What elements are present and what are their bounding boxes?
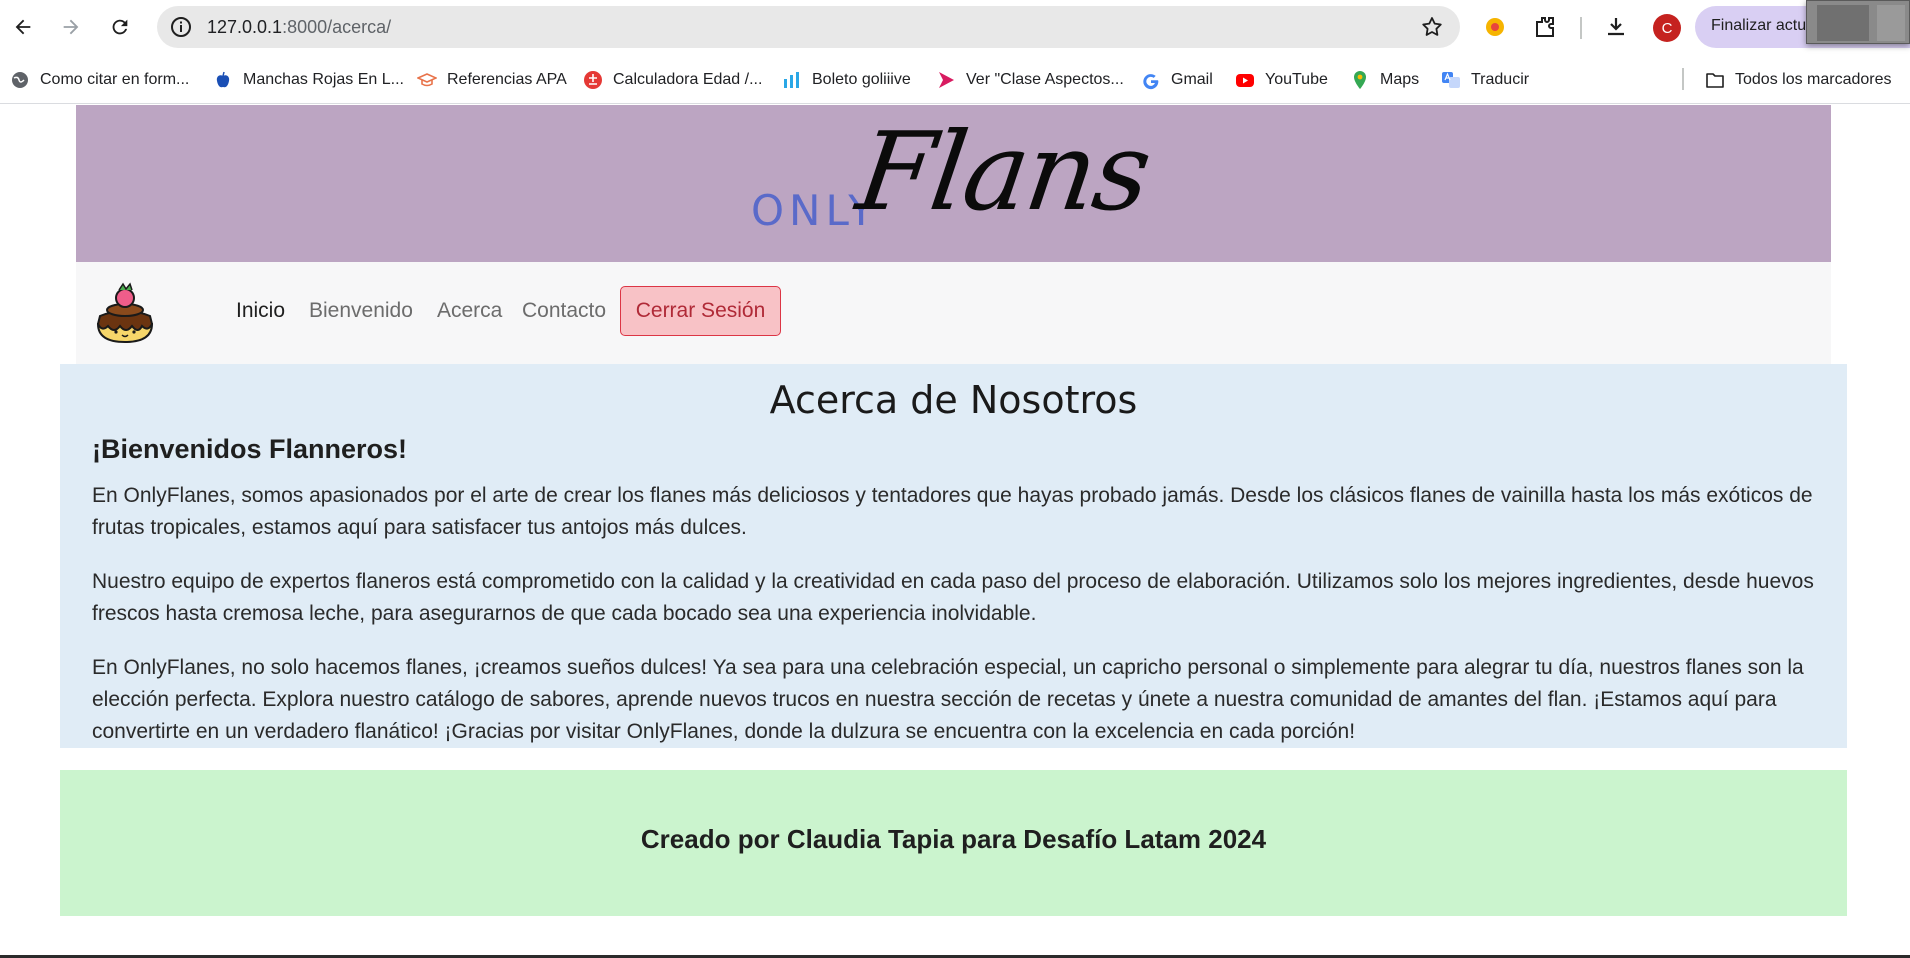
calculator-icon (584, 71, 602, 89)
footer-credit: Creado por Claudia Tapia para Desafío La… (640, 824, 1267, 854)
bookmarks-bar: Como citar en form... Manchas Rojas En L… (0, 54, 1910, 104)
bookmark-item[interactable]: Calculadora Edad /... (583, 68, 762, 92)
bookmark-item[interactable]: Manchas Rojas En L... (213, 68, 404, 92)
logout-button[interactable]: Cerrar Sesión (620, 286, 781, 336)
apple-icon (216, 71, 230, 88)
extensions-puzzle-icon[interactable] (1531, 13, 1559, 41)
site-navbar: Inicio Bienvenido Acerca Contacto Cerrar… (76, 262, 1831, 364)
extension-flower-icon[interactable] (1481, 13, 1509, 41)
youtube-icon (1236, 74, 1254, 87)
nav-link-acerca[interactable]: Acerca (437, 299, 502, 323)
bookmark-item[interactable]: Gmail (1141, 68, 1213, 92)
globe-icon (12, 72, 28, 88)
about-section: Acerca de Nosotros ¡Bienvenidos Flannero… (60, 364, 1847, 748)
url-text[interactable]: 127.0.0.1:8000/acerca/ (207, 17, 391, 38)
browser-toolbar: 127.0.0.1:8000/acerca/ C Finalizar actu (0, 0, 1910, 54)
bookmark-item[interactable]: Referencias APA (417, 68, 567, 92)
bookmark-item[interactable]: Maps (1350, 68, 1419, 92)
toolbar-divider (1580, 17, 1582, 39)
bookmark-label: Referencias APA (447, 71, 567, 88)
back-arrow-icon (15, 19, 31, 35)
site-info-icon[interactable] (169, 15, 193, 39)
about-paragraph: En OnlyFlanes, somos apasionados por el … (92, 484, 1813, 539)
bookmark-star-icon[interactable] (1420, 15, 1444, 39)
play-icon (939, 72, 954, 88)
bookmark-label: Maps (1380, 71, 1420, 88)
bookmark-item[interactable]: Boleto goliiive (782, 68, 911, 92)
about-subtitle: ¡Bienvenidos Flanneros! (92, 434, 408, 464)
window-thumbnail-overlay (1806, 0, 1910, 44)
url-host: 127.0.0.1 (207, 17, 283, 37)
forward-button[interactable] (55, 11, 87, 43)
bookmark-label: YouTube (1265, 71, 1328, 88)
bookmark-label: Como citar en form... (40, 71, 190, 88)
maps-pin-icon (1354, 71, 1366, 89)
bookmark-item[interactable]: Ver "Clase Aspectos... (936, 68, 1124, 92)
logo-flans-text: Flans (850, 110, 1157, 235)
bookmark-label: Gmail (1171, 71, 1213, 88)
site-footer: Creado por Claudia Tapia para Desafío La… (60, 770, 1847, 916)
about-title: Acerca de Nosotros (769, 378, 1138, 422)
all-bookmarks-label: Todos los marcadores (1735, 71, 1892, 88)
bookmark-item[interactable]: Traducir (1441, 68, 1529, 92)
nav-link-contacto[interactable]: Contacto (522, 299, 606, 323)
back-button[interactable] (7, 11, 39, 43)
nav-link-bienvenido[interactable]: Bienvenido (309, 299, 413, 323)
bookmark-label: Manchas Rojas En L... (243, 71, 404, 88)
overlay-tile-right (1877, 5, 1905, 41)
bookmark-label: Ver "Clase Aspectos... (966, 71, 1124, 88)
overlay-tile-left (1817, 5, 1869, 41)
reload-icon (112, 19, 128, 35)
bars-icon (784, 72, 799, 88)
translate-icon (1442, 72, 1460, 88)
bookmark-item[interactable]: YouTube (1235, 68, 1328, 92)
nav-link-inicio[interactable]: Inicio (236, 299, 285, 323)
about-paragraph: Nuestro equipo de expertos flaneros está… (92, 570, 1814, 625)
bookmarks-divider (1682, 68, 1684, 90)
about-paragraph: En OnlyFlanes, no solo hacemos flanes, ¡… (92, 656, 1804, 743)
folder-icon (1706, 73, 1724, 88)
reload-button[interactable] (104, 11, 136, 43)
bookmark-label: Boleto goliiive (812, 71, 911, 88)
forward-arrow-icon (63, 19, 79, 35)
site-banner: ONLY Flans (76, 105, 1831, 262)
all-bookmarks-button[interactable]: Todos los marcadores (1705, 68, 1892, 92)
address-bar[interactable]: 127.0.0.1:8000/acerca/ (157, 6, 1460, 48)
downloads-icon[interactable] (1602, 13, 1630, 41)
bookmark-label: Calculadora Edad /... (613, 71, 763, 88)
flan-logo-icon[interactable] (92, 280, 158, 348)
url-path: :8000/acerca/ (282, 17, 392, 37)
bookmark-item[interactable]: Como citar en form... (10, 68, 189, 92)
bookmark-label: Traducir (1471, 71, 1530, 88)
google-icon (1143, 74, 1159, 90)
graduation-cap-icon (417, 73, 437, 87)
profile-avatar[interactable]: C (1653, 14, 1681, 42)
